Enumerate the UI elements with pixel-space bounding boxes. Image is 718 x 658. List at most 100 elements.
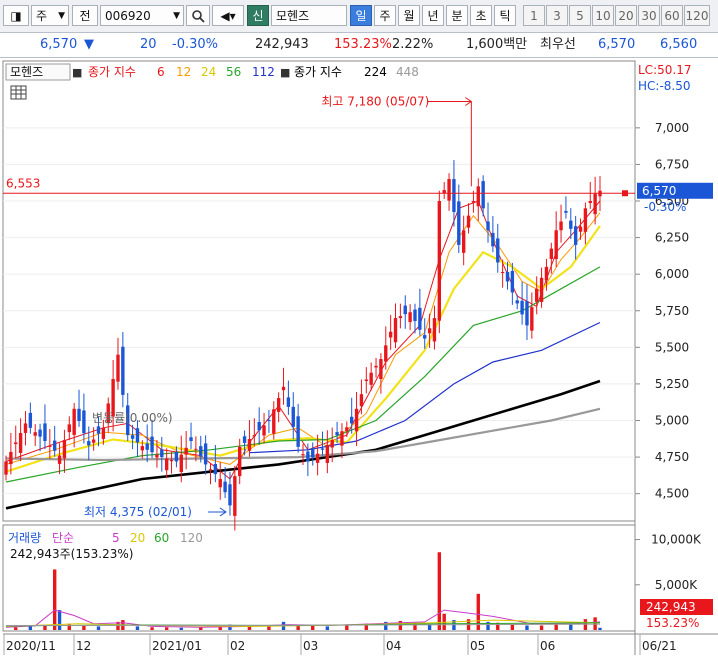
interval-button-30[interactable]: 30 (638, 5, 660, 26)
bid-price: 6,560 (660, 37, 698, 52)
volume-legend-ma5: 5 (112, 531, 120, 545)
candle-92 (452, 179, 456, 212)
period-tab-3[interactable]: 년 (422, 5, 444, 26)
period-tab-0[interactable]: 일 (350, 5, 372, 26)
candle-113 (554, 230, 558, 260)
x-label-5: 04 (386, 639, 401, 653)
candle-30 (150, 436, 154, 453)
y-tick-label-4500: 4,500 (655, 487, 689, 501)
candle-86 (423, 335, 427, 339)
y-tick-label-4750: 4,750 (655, 450, 689, 464)
candle-65 (320, 448, 325, 450)
volume-legend-ma20: 20 (130, 531, 145, 545)
candle-100 (491, 232, 495, 247)
volume-bar-36 (510, 624, 515, 630)
y-tick-label-5750: 5,750 (655, 304, 689, 318)
ma-legend-448: 448 (396, 65, 419, 79)
candle-104 (510, 270, 515, 293)
ma-legend-6: 6 (157, 65, 165, 79)
interval-button-10[interactable]: 10 (592, 5, 614, 26)
y-tick-label-6000: 6,000 (655, 267, 689, 281)
chart-type-button[interactable]: ◨ (3, 5, 29, 26)
candle-106 (520, 300, 524, 315)
volume-bar-4 (57, 610, 62, 630)
period-tab-4[interactable]: 분 (446, 5, 468, 26)
lc-label: LC:50.17 (638, 63, 691, 77)
volume-current-badge: 242,943 (646, 600, 696, 614)
high-annotation: 최고 7,180 (05/07) (321, 95, 429, 109)
period-tab-5[interactable]: 초 (470, 5, 492, 26)
interval-button-1[interactable]: 1 (523, 5, 545, 26)
volume-legend-label: 거래량 (8, 531, 41, 545)
search-icon[interactable] (186, 5, 210, 26)
candle-40 (199, 446, 203, 457)
market-label: 주 (36, 9, 48, 23)
candle-59 (291, 406, 295, 427)
price-change: 20 (140, 37, 157, 52)
interval-button-120[interactable]: 120 (684, 5, 710, 26)
price-chart[interactable]: 7,0006,7506,5006,2506,0005,7505,5005,250… (0, 58, 718, 655)
volume-value: 242,943 (255, 37, 309, 52)
volume-legend-ma120: 120 (180, 531, 203, 545)
candle-34 (169, 460, 174, 462)
candle-35 (174, 452, 179, 462)
candle-48 (238, 446, 242, 477)
candle-32 (160, 449, 164, 458)
candle-94 (461, 230, 466, 253)
candle-63 (311, 448, 315, 458)
candle-51 (252, 435, 257, 437)
chevron-down-icon: ▼ (58, 11, 65, 21)
volume-bar-22 (325, 626, 330, 630)
candle-117 (573, 226, 578, 245)
candle-69 (340, 431, 344, 446)
candle-79 (388, 331, 393, 338)
price-change-pct: -0.30% (172, 37, 218, 52)
speaker-icon[interactable]: ◀▾ (212, 5, 244, 26)
table-grid-icon[interactable] (10, 85, 27, 100)
stock-name-field[interactable]: 모헨즈 (271, 5, 347, 26)
candle-119 (583, 208, 588, 232)
interval-button-3[interactable]: 3 (546, 5, 568, 26)
ma-legend-24: 24 (201, 65, 216, 79)
candle-96 (471, 201, 476, 203)
candle-72 (354, 408, 359, 432)
toolbar: ◨ 주 ▼ 전 006920 ▼ ◀▾ 신 모헨즈 일주월년분초틱 1 3 5 10 2… (0, 0, 718, 33)
candle-89 (437, 201, 442, 321)
quote-bar: 6,570 ▼ 20 -0.30% 242,943 153.23% 2.22% … (0, 33, 718, 58)
volume-bar-43 (598, 627, 602, 630)
market-select[interactable]: 주 ▼ (31, 5, 69, 26)
interval-button-20[interactable]: 20 (615, 5, 637, 26)
candle-99 (486, 221, 490, 231)
candle-108 (530, 307, 534, 331)
volume-bar-3 (52, 569, 57, 630)
period-tab-1[interactable]: 주 (374, 5, 396, 26)
period-tab-2[interactable]: 월 (398, 5, 420, 26)
candle-45 (223, 481, 227, 493)
candle-85 (418, 307, 422, 330)
candle-93 (457, 201, 461, 245)
candle-101 (496, 238, 500, 263)
volume-bar-11 (150, 627, 154, 630)
interval-button-5[interactable]: 5 (569, 5, 591, 26)
volume-current-text: 242,943주(153.23%) (10, 547, 133, 561)
volume-bar-1 (28, 626, 33, 630)
candle-80 (393, 318, 398, 343)
stock-code-input[interactable]: 006920 ▼ (100, 5, 184, 26)
jeon-button[interactable]: 전 (72, 5, 98, 26)
candle-54 (267, 420, 271, 422)
candle-20 (101, 427, 106, 439)
candle-15 (77, 408, 81, 421)
volume-bar-40 (569, 624, 573, 630)
interval-button-60[interactable]: 60 (661, 5, 683, 26)
candle-102 (500, 271, 505, 274)
y-tick-label-6750: 6,750 (655, 157, 689, 171)
period-tab-6[interactable]: 틱 (494, 5, 516, 26)
candle-16 (82, 410, 86, 434)
candle-28 (140, 446, 145, 451)
trade-amount: 1,600백만 (466, 37, 528, 52)
candle-11 (57, 455, 62, 464)
candle-43 (213, 464, 218, 475)
candle-110 (539, 277, 544, 302)
candle-83 (408, 312, 412, 323)
volume-bar-29 (437, 552, 442, 630)
